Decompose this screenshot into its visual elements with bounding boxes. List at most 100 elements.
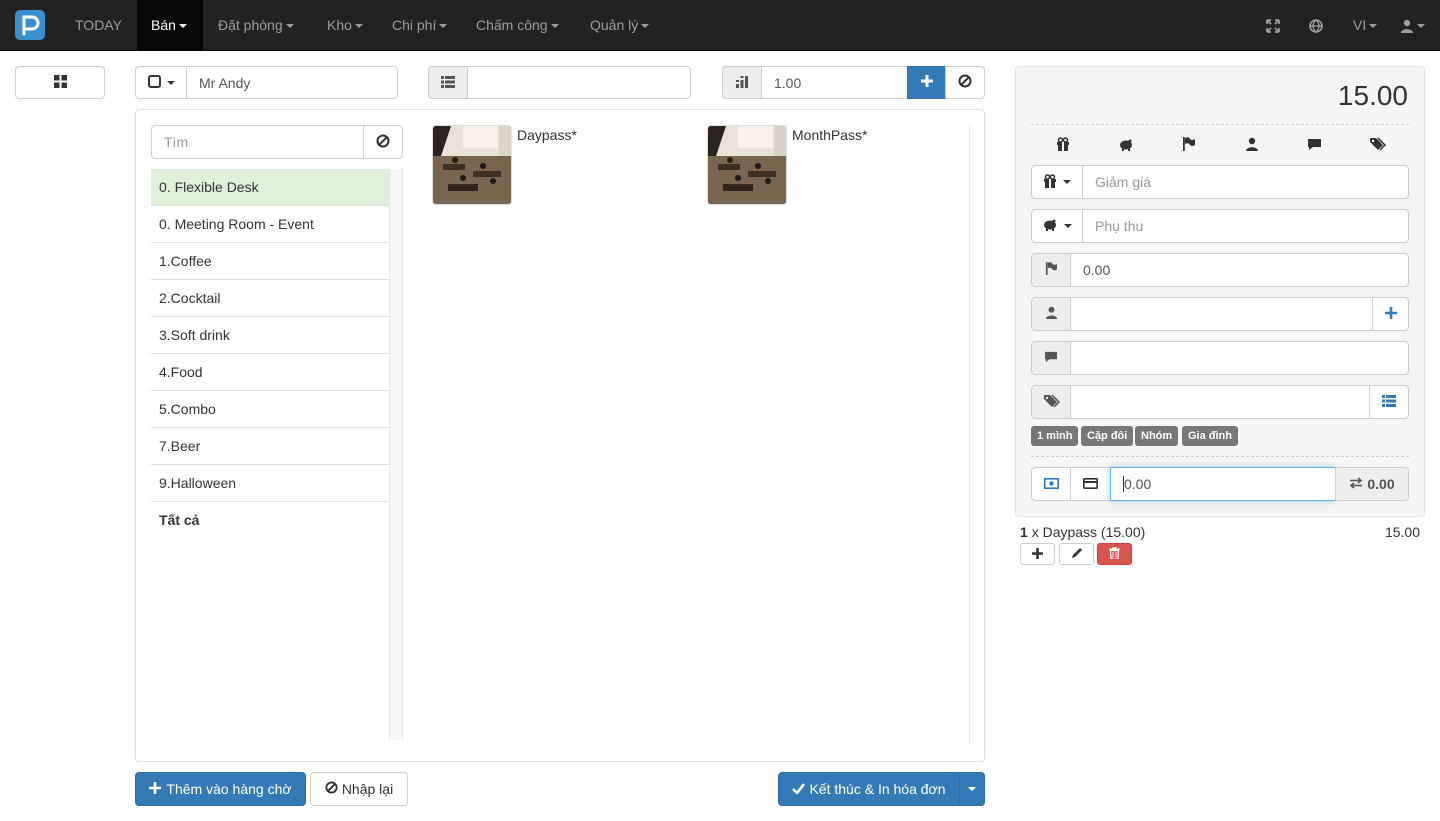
globe-icon[interactable] [1305,0,1327,50]
comment-icon[interactable] [1295,132,1335,156]
add-customer-button[interactable] [1372,297,1409,331]
nav-menu-label: Bán [151,17,176,33]
divider [1031,124,1409,125]
note-addon [1031,341,1071,375]
nav-menu-label: Chấm công [476,17,548,33]
card-payment-button[interactable] [1070,467,1111,501]
category-item[interactable]: 0. Meeting Room - Event [151,206,389,243]
caret-down-icon [439,24,448,29]
reset-button[interactable]: Nhập lại [310,772,408,806]
product-scrollbar[interactable] [969,125,970,745]
category-scrollbar[interactable] [389,169,403,740]
tags-icon[interactable] [1358,132,1398,156]
category-item-all[interactable]: Tất cả [151,502,389,539]
nav-menu-quan-ly[interactable]: Quản lý [576,0,663,50]
surcharge-type-dropdown[interactable] [1031,209,1083,243]
customer-name-value: Mr Andy [199,74,251,91]
line-item-desc: x Daypass (15.00) [1031,524,1146,540]
language-label: VI [1353,17,1367,33]
category-item[interactable]: 4.Food [151,354,389,391]
gift-icon[interactable] [1043,132,1083,156]
line-item[interactable]: 1 x Daypass (15.00) [1020,524,1145,540]
table-input[interactable] [467,66,691,99]
category-item[interactable]: 7.Beer [151,428,389,465]
tag-badge[interactable]: Cặp đôi [1081,426,1134,446]
caret-down-icon [968,787,976,791]
finish-options-dropdown[interactable] [959,772,985,806]
nav-language[interactable]: VI [1339,0,1391,50]
product-thumbnail [432,125,512,205]
tag-badge[interactable]: Gia đình [1182,426,1238,446]
nav-menu-ban[interactable]: Bán [137,0,203,50]
clear-search-button[interactable] [363,125,403,159]
flag-icon[interactable] [1169,132,1209,156]
clear-quantity-button[interactable] [945,66,985,99]
checkbox-square-icon [147,74,161,91]
list-icon [1382,394,1396,410]
caret-down-icon [285,24,294,29]
discount-input[interactable]: Giảm giá [1082,165,1409,199]
category-item[interactable]: 9.Halloween [151,465,389,502]
note-input[interactable] [1070,341,1409,375]
nav-menu-cham-cong[interactable]: Chấm công [462,0,573,50]
plus-icon [1384,306,1397,322]
increase-qty-button[interactable] [1020,543,1055,565]
grid-view-button[interactable] [15,66,105,99]
tags-list-button[interactable] [1369,385,1409,419]
customer-type-dropdown[interactable] [135,66,187,99]
payment-amount-input[interactable]: 0.00 [1110,467,1336,501]
category-search-input[interactable]: Tìm [151,125,364,159]
edit-item-button[interactable] [1059,543,1094,565]
line-item-amount: 15.00 [1384,524,1420,540]
customer-name-input[interactable]: Mr Andy [186,66,398,99]
category-item[interactable]: 2.Cocktail [151,280,389,317]
add-product-button[interactable] [907,66,946,99]
plus-icon [920,74,934,91]
delete-item-button[interactable] [1097,543,1132,565]
caret-down-icon [550,24,559,29]
payment-amount-value: 0.00 [1124,476,1152,492]
cash-icon [1043,476,1059,492]
tag-badge[interactable]: Nhóm [1135,426,1179,446]
tag-badge[interactable]: 1 mình [1031,426,1079,446]
order-total: 15.00 [1337,80,1408,111]
table-list-addon[interactable] [428,66,468,99]
quantity-input[interactable]: 1.00 [761,66,908,99]
plus-icon [149,781,162,797]
nav-menu-chi-phi[interactable]: Chi phí [378,0,461,50]
fullscreen-icon[interactable] [1262,0,1284,50]
tags-input[interactable] [1070,385,1370,419]
caret-down-icon [166,80,175,85]
customer-input[interactable] [1070,297,1373,331]
category-item[interactable]: 5.Combo [151,391,389,428]
product-card[interactable]: Daypass* [432,125,692,205]
nav-menu-kho[interactable]: Kho [313,0,377,50]
piggy-bank-icon[interactable] [1106,132,1146,156]
flag-input[interactable]: 0.00 [1070,253,1409,287]
discount-placeholder: Giảm giá [1095,174,1152,190]
product-card[interactable]: MonthPass* [707,125,967,205]
nav-user-menu[interactable] [1392,0,1433,50]
person-icon[interactable] [1232,132,1272,156]
comment-icon [1044,350,1058,366]
exchange-icon [1349,476,1363,492]
brand-logo-icon[interactable] [15,10,45,40]
product-name: MonthPass* [792,127,868,143]
category-list: 0. Flexible Desk 0. Meeting Room - Event… [151,169,389,539]
ban-icon [958,74,972,91]
finish-print-button[interactable]: Kết thúc & In hóa đơn [778,772,960,806]
category-item[interactable]: 1.Coffee [151,243,389,280]
nav-menu-dat-phong[interactable]: Đặt phòng [204,0,308,50]
cash-payment-button[interactable] [1031,467,1071,501]
category-item[interactable]: 3.Soft drink [151,317,389,354]
ban-icon [325,781,338,797]
surcharge-input[interactable]: Phụ thu [1082,209,1409,243]
category-item[interactable]: 0. Flexible Desk [151,169,389,206]
add-to-queue-button[interactable]: Thêm vào hàng chờ [135,772,306,806]
product-thumbnail [707,125,787,205]
flag-value: 0.00 [1083,262,1111,278]
nav-today[interactable]: TODAY [61,0,136,50]
plus-icon [1032,546,1043,562]
line-item-qty: 1 [1020,524,1028,540]
discount-type-dropdown[interactable] [1031,165,1083,199]
